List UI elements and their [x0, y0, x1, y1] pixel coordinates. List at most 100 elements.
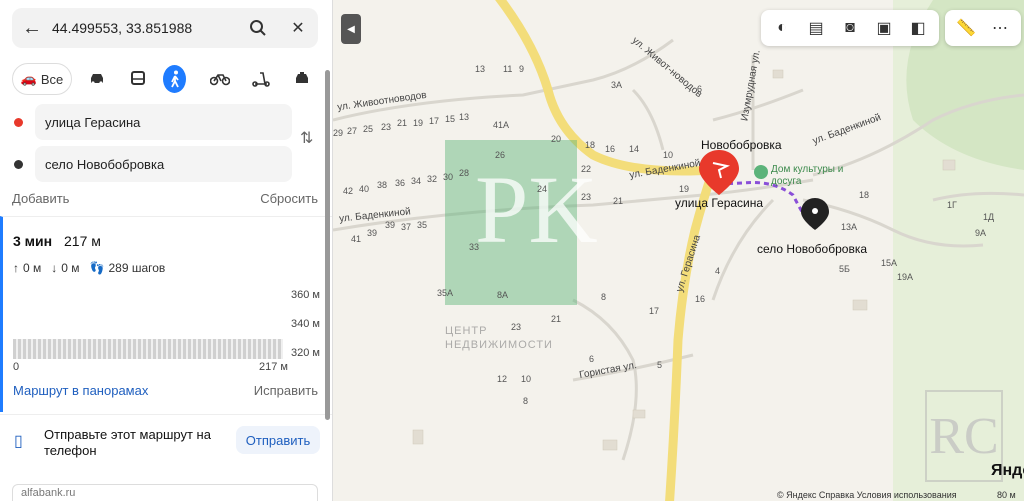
walk-mode-button[interactable]	[163, 63, 195, 95]
panorama-icon[interactable]: ◙	[833, 11, 867, 45]
house-number: 13	[459, 112, 470, 122]
mode-all-label: Все	[40, 71, 64, 87]
footprints-icon: 👣	[89, 261, 105, 275]
end-dot-icon	[14, 159, 23, 169]
walking-icon	[163, 65, 186, 93]
poi-icon[interactable]	[754, 165, 768, 179]
house-number: 19А	[897, 272, 914, 282]
search-bar[interactable]: ← 44.499553, 33.851988 ✕	[12, 8, 318, 48]
add-waypoint-link[interactable]: Добавить	[12, 191, 69, 206]
house-number: 13	[475, 64, 486, 74]
transport-modes: 🚗 Все	[12, 62, 327, 96]
house-number: 34	[411, 176, 422, 186]
house-number: 33	[469, 242, 480, 252]
poi-label[interactable]: Дом культуры и досуга	[771, 164, 871, 188]
house-number: 14	[629, 144, 640, 154]
search-icon[interactable]	[238, 8, 278, 48]
house-number: 21	[613, 196, 624, 206]
waypoint-to[interactable]: село Новобобровка	[12, 146, 292, 182]
house-number: 9	[519, 64, 525, 74]
more-options-icon[interactable]: ⋯	[983, 11, 1017, 45]
collapse-panel-button[interactable]: ◀	[341, 14, 361, 44]
house-number: 35А	[437, 288, 454, 298]
bicycle-mode-icon[interactable]	[204, 63, 236, 95]
house-number: 17	[649, 306, 660, 316]
panorama-route-link[interactable]: Маршрут в панорамах	[13, 383, 148, 398]
house-number: 38	[377, 180, 388, 190]
house-number: 23	[381, 122, 392, 132]
elev-label-mid: 340 м	[291, 318, 320, 330]
house-number: 41	[351, 234, 362, 244]
house-number: 4	[715, 266, 721, 276]
ad-banner[interactable]: alfabank.ru	[12, 484, 318, 501]
house-number: 20	[551, 134, 562, 144]
sidebar-scrollbar[interactable]	[325, 70, 330, 420]
house-number: 3А	[611, 80, 623, 90]
app-root: ← 44.499553, 33.851988 ✕ 🚗 Все улица Гер…	[0, 0, 1024, 501]
house-number: 13А	[841, 222, 858, 232]
house-number: 9А	[975, 228, 987, 238]
house-number: 39	[367, 228, 378, 238]
house-number: 19	[413, 118, 424, 128]
map-book-icon[interactable]: ▤	[799, 11, 833, 45]
ascent-value: 0 м	[23, 261, 42, 275]
house-number: 23	[511, 322, 522, 332]
house-number: 28	[459, 168, 470, 178]
phone-icon: ▯	[14, 433, 23, 450]
back-arrow-icon[interactable]: ←	[12, 8, 52, 48]
to-field[interactable]: село Новобобровка	[35, 146, 292, 182]
waypoint-actions: Добавить Сбросить	[12, 191, 318, 206]
swap-icon[interactable]: ⇅	[300, 128, 313, 148]
house-number: 30	[443, 172, 454, 182]
car-mode-icon[interactable]	[81, 63, 113, 95]
send-text: Отправьте этот маршрут на телефон	[44, 427, 211, 458]
map-scale: 80 м	[997, 490, 1016, 500]
close-icon[interactable]: ✕	[278, 8, 318, 48]
search-query[interactable]: 44.499553, 33.851988	[52, 20, 238, 36]
house-number: 25	[363, 124, 374, 134]
house-number: 37	[401, 222, 412, 232]
house-number: 36	[395, 178, 406, 188]
start-label: улица Герасина	[675, 196, 764, 210]
house-number: 8А	[497, 290, 509, 300]
house-number: 16	[605, 144, 616, 154]
fix-route-link[interactable]: Исправить	[254, 383, 318, 398]
scooter-mode-icon[interactable]	[245, 63, 277, 95]
waypoint-from[interactable]: улица Герасина	[12, 104, 292, 140]
house-number: 40	[359, 184, 370, 194]
house-number: 10	[663, 150, 674, 160]
layers-icon[interactable]: ◐	[765, 11, 799, 45]
end-pin-icon[interactable]	[801, 198, 829, 230]
elev-label-bottom: 320 м	[291, 347, 320, 359]
descent-value: 0 м	[61, 261, 80, 275]
map-copyright[interactable]: © Яндекс Справка Условия использования	[777, 490, 957, 500]
house-number: 19	[679, 184, 690, 194]
traffic-icon[interactable]: ◧	[901, 11, 935, 45]
reset-link[interactable]: Сбросить	[260, 191, 318, 206]
taxi-mode-icon[interactable]	[286, 63, 318, 95]
route-time: 3 мин	[13, 233, 53, 249]
tools-toolbar: 📏 ⋯	[945, 10, 1021, 46]
bus-mode-icon[interactable]	[122, 63, 154, 95]
village-label: Новобобровка	[701, 138, 782, 152]
descent-stat: ↓ 0 м	[51, 261, 79, 275]
house-number: 1Д	[983, 212, 995, 222]
start-dot-icon	[14, 117, 23, 127]
from-field[interactable]: улица Герасина	[35, 104, 292, 140]
house-number: 18	[859, 190, 870, 200]
house-number: 15А	[881, 258, 898, 268]
all-modes-icon: 🚗	[20, 71, 37, 86]
route-card[interactable]: 3 мин 217 м ↑ 0 м ↓ 0 м 👣 289 шагов 360 м 3…	[0, 216, 332, 412]
route-distance: 217 м	[64, 233, 101, 249]
mode-all-button[interactable]: 🚗 Все	[12, 63, 72, 95]
house-number: 15	[445, 114, 456, 124]
steps-value: 289 шагов	[108, 261, 166, 275]
map-canvas[interactable]: PK ЦЕНТР НЕДВИЖИМОСТИ RC ул. Живоотновод…	[333, 0, 1024, 501]
house-number: 16	[695, 294, 706, 304]
house-number: 8	[601, 292, 607, 302]
route-summary: 3 мин 217 м	[13, 233, 101, 249]
ruler-icon[interactable]: 📏	[949, 11, 983, 45]
house-number: 22	[581, 164, 592, 174]
transit-icon[interactable]: ▣	[867, 11, 901, 45]
send-button[interactable]: Отправить	[236, 426, 320, 454]
